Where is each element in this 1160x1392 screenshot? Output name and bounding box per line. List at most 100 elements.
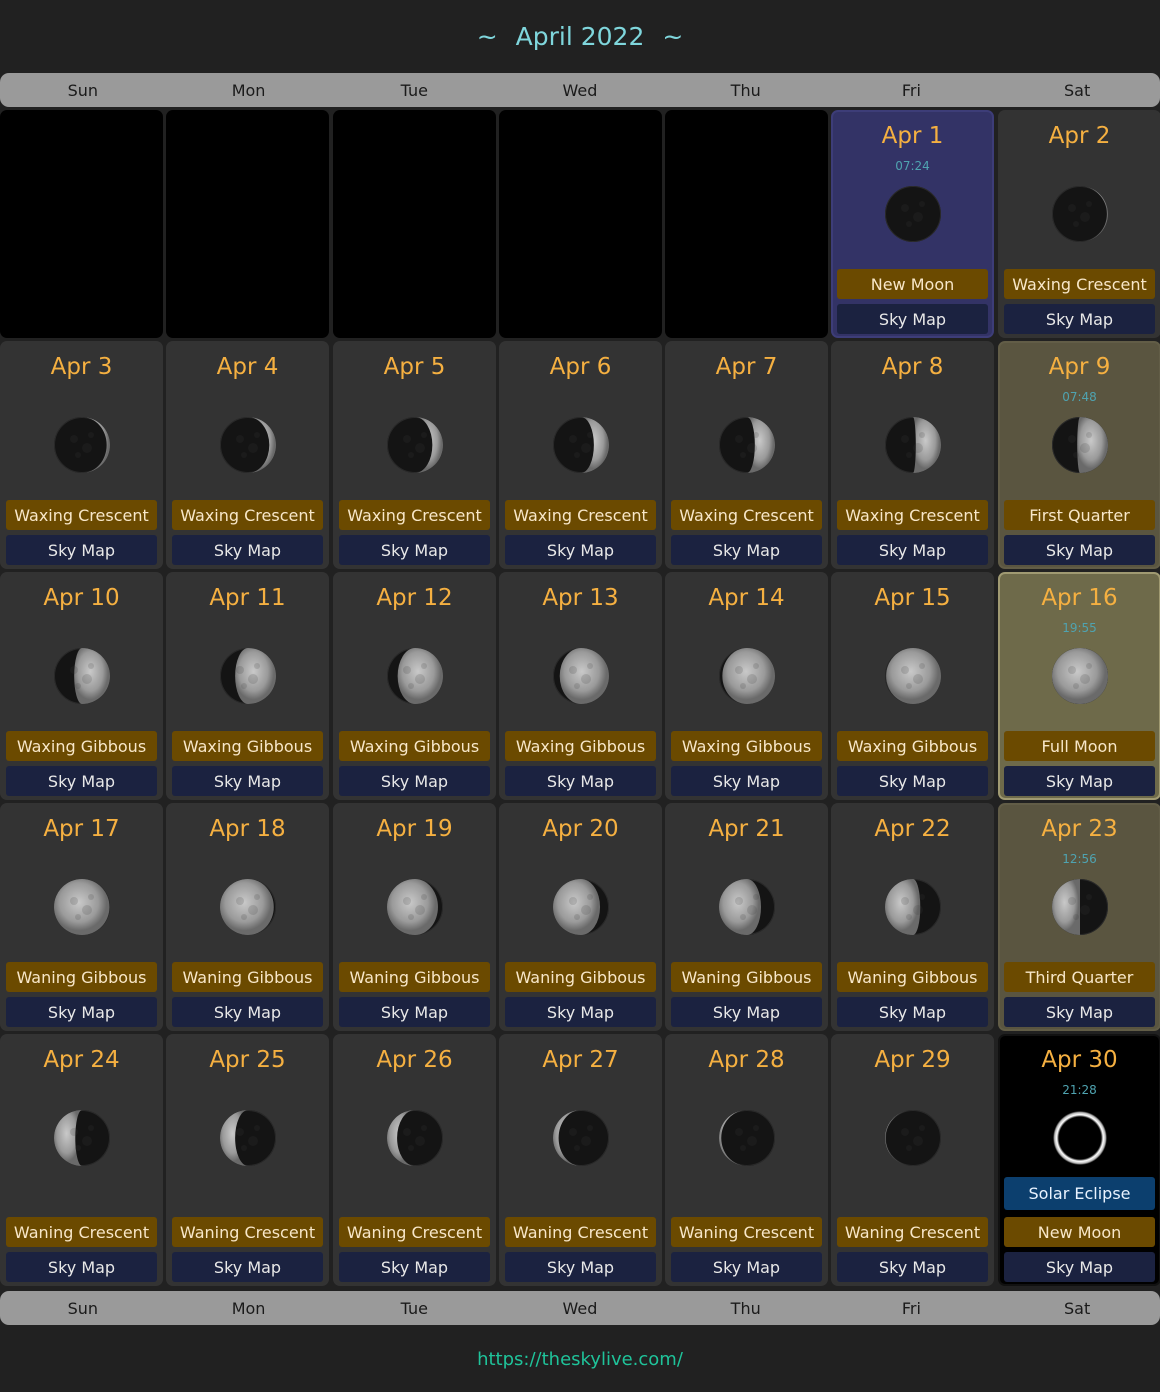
moon-phase-icon [386, 417, 443, 473]
sky-map-button[interactable]: Sky Map [339, 535, 490, 565]
day-date: Apr 27 [542, 1047, 619, 1073]
solar-eclipse-button[interactable]: Solar Eclipse [1004, 1177, 1155, 1210]
day-date: Apr 23 [1041, 816, 1118, 842]
day-date: Apr 4 [216, 354, 279, 380]
footer-link[interactable]: https://theskylive.com/ [0, 1349, 1160, 1370]
sky-map-button[interactable]: Sky Map [671, 535, 822, 565]
phase-button[interactable]: Waning Gibbous [837, 962, 988, 992]
sky-map-button[interactable]: Sky Map [1004, 1252, 1155, 1282]
sky-map-button[interactable]: Sky Map [505, 1252, 656, 1282]
day-date: Apr 5 [383, 354, 446, 380]
phase-time: 19:55 [1062, 621, 1097, 635]
phase-button[interactable]: Waning Crescent [505, 1217, 656, 1247]
sky-map-button[interactable]: Sky Map [837, 535, 988, 565]
weekday-mon: Mon [231, 1298, 266, 1318]
sky-map-button[interactable]: Sky Map [172, 997, 323, 1027]
day-date: Apr 26 [376, 1047, 453, 1073]
weekday-fri: Fri [901, 80, 921, 100]
phase-button[interactable]: New Moon [837, 269, 988, 299]
sky-map-button[interactable]: Sky Map [172, 1252, 323, 1282]
moon-phase-icon [219, 417, 276, 473]
phase-button[interactable]: First Quarter [1004, 500, 1155, 530]
day-cell: Apr 8 Sky Map Waxing Crescent [831, 341, 994, 569]
sky-map-button[interactable]: Sky Map [6, 997, 157, 1027]
phase-button[interactable]: Waxing Gibbous [505, 731, 656, 761]
weekday-thu: Thu [730, 1298, 761, 1318]
title-prefix: ~ [476, 22, 498, 51]
day-cell: Apr 22 Sky Map Waning Gibbous [831, 803, 994, 1031]
phase-button[interactable]: Waning Crescent [172, 1217, 323, 1247]
day-cell: Apr 10 Sky Map Waxing Gibbous [0, 572, 163, 800]
phase-button[interactable]: Waning Crescent [671, 1217, 822, 1247]
moon-phase-icon [884, 186, 941, 242]
sky-map-button[interactable]: Sky Map [837, 304, 988, 334]
phase-button[interactable]: Waning Gibbous [339, 962, 490, 992]
sky-map-button[interactable]: Sky Map [172, 766, 323, 796]
phase-button[interactable]: Full Moon [1004, 731, 1155, 761]
phase-button[interactable]: Waning Crescent [339, 1217, 490, 1247]
weekday-mon: Mon [231, 80, 266, 100]
day-date: Apr 13 [542, 585, 619, 611]
phase-button[interactable]: Waxing Crescent [505, 500, 656, 530]
empty-day-cell [665, 110, 828, 338]
sky-map-button[interactable]: Sky Map [1004, 304, 1155, 334]
phase-button[interactable]: Waxing Gibbous [837, 731, 988, 761]
phase-button[interactable]: Waning Crescent [837, 1217, 988, 1247]
phase-button[interactable]: Waning Gibbous [505, 962, 656, 992]
sky-map-button[interactable]: Sky Map [1004, 535, 1155, 565]
phase-button[interactable]: Waning Gibbous [172, 962, 323, 992]
phase-button[interactable]: Waxing Crescent [6, 500, 157, 530]
sky-map-button[interactable]: Sky Map [671, 997, 822, 1027]
phase-button[interactable]: Waning Gibbous [671, 962, 822, 992]
weekday-header-bottom: Sun Mon Tue Wed Thu Fri Sat [0, 1291, 1160, 1325]
day-date: Apr 10 [43, 585, 120, 611]
day-cell: Apr 26 Sky Map Waning Crescent [333, 1034, 496, 1286]
sky-map-button[interactable]: Sky Map [6, 1252, 157, 1282]
sky-map-button[interactable]: Sky Map [1004, 997, 1155, 1027]
phase-button[interactable]: Waxing Gibbous [671, 731, 822, 761]
moon-phase-icon [219, 1110, 276, 1166]
day-cell: Apr 23 12:56 Sky Map Third Quarter [998, 803, 1160, 1031]
sky-map-button[interactable]: Sky Map [6, 535, 157, 565]
sky-map-button[interactable]: Sky Map [505, 766, 656, 796]
phase-button[interactable]: New Moon [1004, 1217, 1155, 1247]
sky-map-button[interactable]: Sky Map [837, 997, 988, 1027]
title-suffix: ~ [662, 22, 684, 51]
sky-map-button[interactable]: Sky Map [339, 1252, 490, 1282]
day-date: Apr 3 [50, 354, 113, 380]
sky-map-button[interactable]: Sky Map [837, 1252, 988, 1282]
sky-map-button[interactable]: Sky Map [671, 1252, 822, 1282]
phase-button[interactable]: Third Quarter [1004, 962, 1155, 992]
phase-time: 21:28 [1062, 1083, 1097, 1097]
moon-phase-icon [884, 1110, 941, 1166]
day-date: Apr 28 [708, 1047, 785, 1073]
day-cell: Apr 24 Sky Map Waning Crescent [0, 1034, 163, 1286]
sky-map-button[interactable]: Sky Map [339, 997, 490, 1027]
phase-button[interactable]: Waxing Gibbous [339, 731, 490, 761]
day-date: Apr 9 [1048, 354, 1111, 380]
sky-map-button[interactable]: Sky Map [339, 766, 490, 796]
phase-button[interactable]: Waxing Crescent [339, 500, 490, 530]
phase-button[interactable]: Waxing Crescent [172, 500, 323, 530]
day-cell: Apr 6 Sky Map Waxing Crescent [499, 341, 662, 569]
phase-button[interactable]: Waxing Crescent [1004, 269, 1155, 299]
page-title: April 2022 [515, 22, 645, 51]
phase-button[interactable]: Waning Gibbous [6, 962, 157, 992]
day-cell: Apr 14 Sky Map Waxing Gibbous [665, 572, 828, 800]
sky-map-button[interactable]: Sky Map [6, 766, 157, 796]
phase-button[interactable]: Waxing Crescent [671, 500, 822, 530]
day-cell: Apr 19 Sky Map Waning Gibbous [333, 803, 496, 1031]
sky-map-button[interactable]: Sky Map [1004, 766, 1155, 796]
sky-map-button[interactable]: Sky Map [505, 535, 656, 565]
moon-phase-icon [1051, 648, 1108, 704]
moon-phase-icon [552, 648, 609, 704]
phase-button[interactable]: Waxing Gibbous [6, 731, 157, 761]
phase-button[interactable]: Waning Crescent [6, 1217, 157, 1247]
phase-button[interactable]: Waxing Crescent [837, 500, 988, 530]
sky-map-button[interactable]: Sky Map [172, 535, 323, 565]
phase-button[interactable]: Waxing Gibbous [172, 731, 323, 761]
moon-phase-icon [219, 879, 276, 935]
sky-map-button[interactable]: Sky Map [837, 766, 988, 796]
sky-map-button[interactable]: Sky Map [505, 997, 656, 1027]
sky-map-button[interactable]: Sky Map [671, 766, 822, 796]
